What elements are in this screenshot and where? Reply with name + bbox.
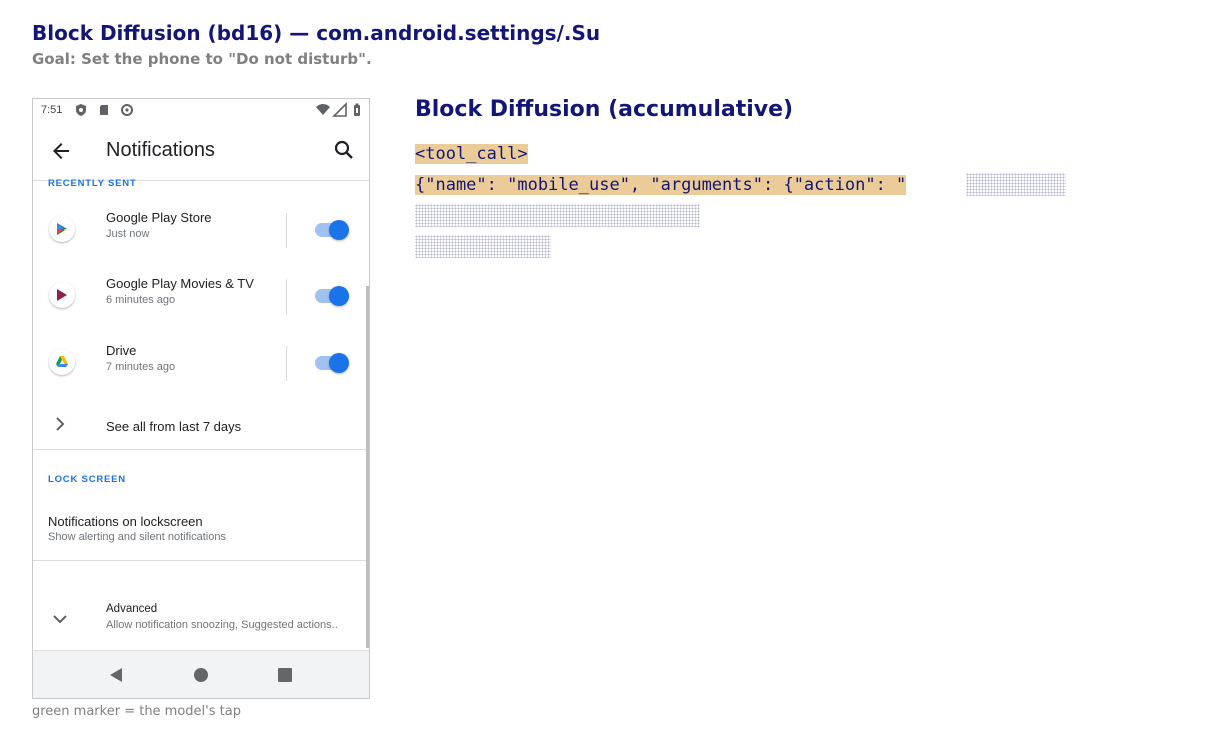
divider: [33, 560, 369, 561]
back-nav-icon[interactable]: [106, 665, 126, 685]
search-icon[interactable]: [332, 138, 356, 162]
code-token-tool-call: <tool_call>: [415, 144, 528, 164]
lockscreen-item-subtitle: Show alerting and silent notifications: [48, 531, 226, 543]
data-saver-icon: [121, 104, 133, 116]
panel-title: Block Diffusion (accumulative): [415, 97, 794, 122]
code-token-json: {"name": "mobile_use", "arguments": {"ac…: [415, 175, 907, 195]
code-line-json: {"name": "mobile_use", "arguments": {"ac…: [415, 171, 907, 199]
navigation-bar: [33, 650, 369, 698]
lockscreen-notifications-item[interactable]: Notifications on lockscreen Show alertin…: [33, 506, 369, 554]
see-all-button[interactable]: See all from last 7 days: [33, 402, 369, 448]
notification-toggle[interactable]: [315, 352, 349, 373]
recents-nav-icon[interactable]: [275, 665, 295, 685]
goal-text: Goal: Set the phone to "Do not disturb".: [32, 50, 372, 68]
shield-icon: [76, 104, 86, 116]
play-movies-icon: [49, 282, 75, 308]
list-item[interactable]: Google Play Store Just now: [33, 198, 369, 264]
divider: [33, 449, 369, 450]
advanced-item[interactable]: Advanced Allow notification snoozing, Su…: [33, 599, 369, 649]
home-nav-icon[interactable]: [191, 665, 211, 685]
app-name: Google Play Store: [106, 210, 212, 225]
toggle-thumb: [329, 286, 349, 306]
section-header-recently-sent: RECENTLY SENT: [48, 178, 137, 189]
app-subtitle: 7 minutes ago: [106, 361, 176, 373]
list-item[interactable]: Drive 7 minutes ago: [33, 331, 369, 397]
wifi-icon: [316, 104, 330, 115]
screen-title: Notifications: [106, 139, 215, 161]
battery-icon: [354, 103, 360, 116]
app-name: Google Play Movies & TV: [106, 276, 254, 291]
toggle-thumb: [329, 353, 349, 373]
app-name: Drive: [106, 343, 137, 358]
toggle-thumb: [329, 220, 349, 240]
code-line-tool-call: <tool_call>: [415, 140, 528, 168]
scrollbar[interactable]: [366, 286, 369, 648]
caption: green marker = the model's tap: [32, 704, 241, 719]
notification-toggle[interactable]: [315, 219, 349, 240]
sd-card-icon: [100, 105, 108, 115]
settings-list[interactable]: RECENTLY SENT Google Play Store Just now…: [33, 178, 369, 649]
lockscreen-item-title: Notifications on lockscreen: [48, 514, 203, 529]
masked-token-block: [415, 204, 700, 227]
row-divider: [286, 279, 287, 314]
advanced-subtitle: Allow notification snoozing, Suggested a…: [106, 619, 338, 631]
list-item[interactable]: Google Play Movies & TV 6 minutes ago: [33, 264, 369, 330]
notification-toggle[interactable]: [315, 285, 349, 306]
chevron-down-icon: [53, 615, 67, 624]
chevron-right-icon: [56, 417, 65, 431]
masked-token-block: [966, 173, 1066, 196]
signal-icon: [332, 102, 347, 117]
status-time: 7:51: [41, 104, 63, 116]
phone-screenshot: 7:51 Notifications RECENTLY SENT Google …: [32, 98, 370, 699]
app-subtitle: Just now: [106, 228, 150, 240]
row-divider: [286, 213, 287, 248]
row-divider: [286, 346, 287, 381]
advanced-title: Advanced: [106, 603, 158, 615]
drive-icon: [49, 349, 75, 375]
app-subtitle: 6 minutes ago: [106, 294, 176, 306]
page-title: Block Diffusion (bd16) — com.android.set…: [32, 21, 601, 45]
status-bar: 7:51: [33, 99, 369, 123]
app-bar: Notifications: [33, 123, 369, 181]
masked-token-block: [415, 235, 551, 258]
back-arrow-icon[interactable]: [49, 139, 73, 163]
see-all-label: See all from last 7 days: [106, 419, 242, 434]
section-header-lock-screen: LOCK SCREEN: [48, 474, 126, 485]
play-store-icon: [49, 216, 75, 242]
